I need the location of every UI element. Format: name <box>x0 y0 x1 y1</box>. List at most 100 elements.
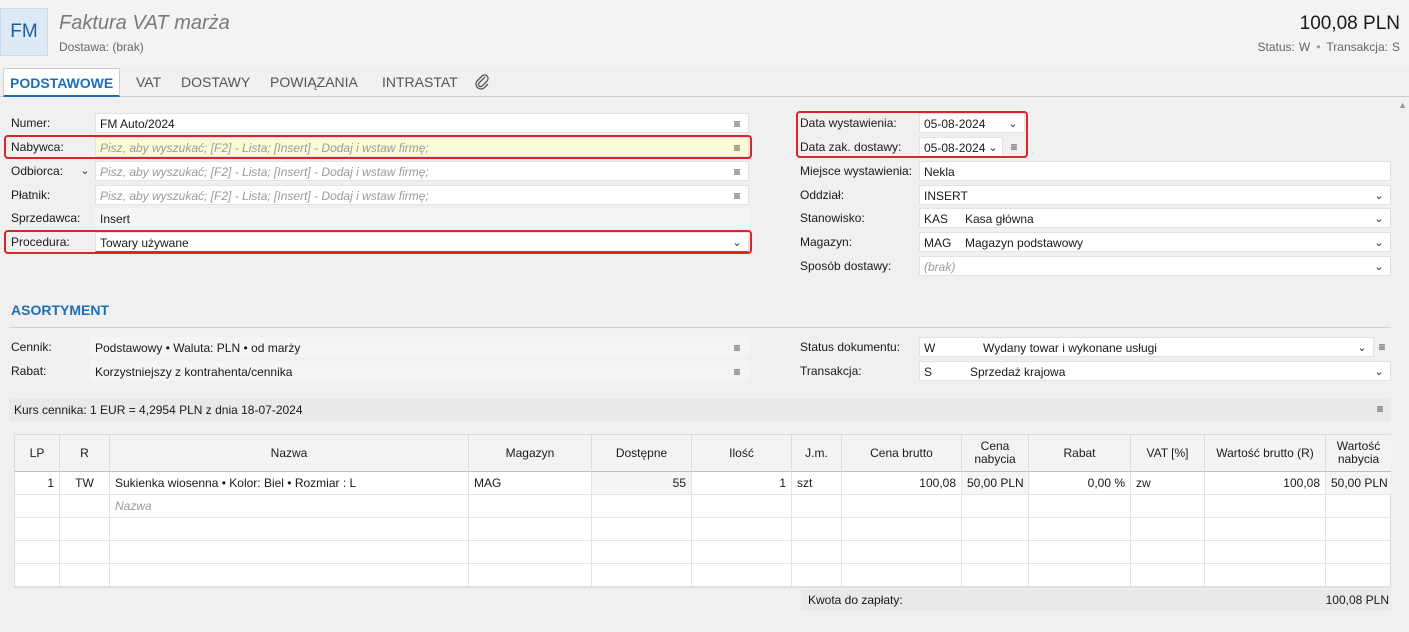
empty-cell[interactable] <box>692 564 792 587</box>
empty-cell[interactable] <box>1326 541 1391 564</box>
scroll-up-icon[interactable]: ▲ <box>1398 100 1407 110</box>
empty-cell[interactable] <box>842 518 962 541</box>
odbiorca-dropdown-icon[interactable]: ⌄ <box>78 161 92 181</box>
empty-cell[interactable] <box>1205 518 1326 541</box>
empty-cell[interactable] <box>1131 541 1205 564</box>
empty-cell[interactable] <box>1326 518 1391 541</box>
empty-cell[interactable] <box>1131 518 1205 541</box>
col-header-ilosc[interactable]: Ilość <box>692 435 792 472</box>
cell-rabat[interactable]: 0,00 % <box>1029 472 1131 495</box>
empty-cell[interactable] <box>1029 518 1131 541</box>
empty-cell[interactable] <box>15 541 60 564</box>
col-header-wartosc-brutto[interactable]: Wartość brutto (R) <box>1205 435 1326 472</box>
new-row-nazwa-placeholder[interactable]: Nazwa <box>110 495 469 518</box>
col-header-cena-nabycia[interactable]: Cena nabycia <box>962 435 1029 472</box>
cell-magazyn[interactable]: MAG <box>469 472 592 495</box>
numer-field[interactable]: FM Auto/2024 ≡ <box>95 113 749 133</box>
cell-r[interactable]: TW <box>60 472 110 495</box>
col-header-wartosc-nabycia[interactable]: Wartość nabycia <box>1326 435 1391 472</box>
col-header-jm[interactable]: J.m. <box>792 435 842 472</box>
empty-cell[interactable] <box>592 564 692 587</box>
empty-cell[interactable] <box>962 495 1029 518</box>
empty-cell[interactable] <box>469 564 592 587</box>
cell-cena-brutto[interactable]: 100,08 <box>842 472 962 495</box>
empty-cell[interactable] <box>60 564 110 587</box>
tab-powiazania[interactable]: POWIĄZANIA <box>270 68 358 97</box>
col-header-rabat[interactable]: Rabat <box>1029 435 1131 472</box>
empty-cell[interactable] <box>592 518 692 541</box>
empty-cell[interactable] <box>60 495 110 518</box>
cennik-menu-icon[interactable]: ≡ <box>730 338 744 356</box>
status-dokumentu-menu-icon[interactable]: ≡ <box>1375 337 1389 357</box>
empty-cell[interactable] <box>1205 495 1326 518</box>
col-header-dostepne[interactable]: Dostępne <box>592 435 692 472</box>
tab-dostawy[interactable]: DOSTAWY <box>181 68 250 97</box>
empty-cell[interactable] <box>692 541 792 564</box>
empty-cell[interactable] <box>15 564 60 587</box>
empty-cell[interactable] <box>60 518 110 541</box>
empty-cell[interactable] <box>962 518 1029 541</box>
empty-cell[interactable] <box>1131 564 1205 587</box>
status-dokumentu-select[interactable]: W Wydany towar i wykonane usługi ⌄ <box>919 337 1374 357</box>
empty-cell[interactable] <box>792 495 842 518</box>
empty-cell[interactable] <box>60 541 110 564</box>
oddzial-select[interactable]: INSERT ⌄ <box>919 185 1391 205</box>
empty-cell[interactable] <box>1131 495 1205 518</box>
rabat-menu-icon[interactable]: ≡ <box>730 362 744 380</box>
cell-ilosc[interactable]: 1 <box>692 472 792 495</box>
odbiorca-menu-icon[interactable]: ≡ <box>730 162 744 180</box>
empty-cell[interactable] <box>1205 541 1326 564</box>
empty-cell[interactable] <box>692 518 792 541</box>
empty-cell[interactable] <box>592 495 692 518</box>
empty-cell[interactable] <box>962 541 1029 564</box>
empty-cell[interactable] <box>15 518 60 541</box>
magazyn-chevron-icon[interactable]: ⌄ <box>1372 233 1386 251</box>
empty-cell[interactable] <box>842 495 962 518</box>
numer-menu-icon[interactable]: ≡ <box>730 114 744 132</box>
empty-cell[interactable] <box>1029 564 1131 587</box>
miejsce-input[interactable]: Nekla <box>919 161 1391 181</box>
empty-cell[interactable] <box>842 541 962 564</box>
table-row[interactable] <box>15 564 1391 587</box>
transakcja-chevron-icon[interactable]: ⌄ <box>1372 362 1386 380</box>
col-header-cena-brutto[interactable]: Cena brutto <box>842 435 962 472</box>
empty-cell[interactable] <box>1326 564 1391 587</box>
empty-cell[interactable] <box>1205 564 1326 587</box>
platnik-input[interactable]: Pisz, aby wyszukać; [F2] - Lista; [Inser… <box>95 185 749 205</box>
table-row[interactable] <box>15 541 1391 564</box>
cell-nazwa[interactable]: Sukienka wiosenna • Kolor: Biel • Rozmia… <box>110 472 469 495</box>
empty-cell[interactable] <box>1029 541 1131 564</box>
empty-cell[interactable] <box>842 564 962 587</box>
rabat-field[interactable]: Korzystniejszy z kontrahenta/cennika ≡ <box>90 361 749 381</box>
empty-cell[interactable] <box>469 518 592 541</box>
cell-vat[interactable]: zw <box>1131 472 1205 495</box>
col-header-lp[interactable]: LP <box>15 435 60 472</box>
magazyn-select[interactable]: MAG Magazyn podstawowy ⌄ <box>919 232 1391 252</box>
tab-vat[interactable]: VAT <box>136 68 161 97</box>
empty-cell[interactable] <box>792 541 842 564</box>
stanowisko-chevron-icon[interactable]: ⌄ <box>1372 209 1386 227</box>
empty-cell[interactable] <box>1326 495 1391 518</box>
empty-cell[interactable] <box>592 541 692 564</box>
cell-wartosc-brutto[interactable]: 100,08 <box>1205 472 1326 495</box>
status-dokumentu-chevron-icon[interactable]: ⌄ <box>1355 338 1369 356</box>
table-row[interactable]: Nazwa <box>15 495 1391 518</box>
transakcja-select[interactable]: S Sprzedaż krajowa ⌄ <box>919 361 1391 381</box>
cell-lp[interactable]: 1 <box>15 472 60 495</box>
stanowisko-select[interactable]: KAS Kasa główna ⌄ <box>919 208 1391 228</box>
tab-intrastat[interactable]: INTRASTAT <box>382 68 458 97</box>
empty-cell[interactable] <box>110 518 469 541</box>
paperclip-icon[interactable] <box>474 68 490 97</box>
tab-podstawowe[interactable]: PODSTAWOWE <box>3 68 121 97</box>
sposob-dostawy-select[interactable]: (brak) ⌄ <box>919 256 1391 276</box>
col-header-magazyn[interactable]: Magazyn <box>469 435 592 472</box>
col-header-vat[interactable]: VAT [%] <box>1131 435 1205 472</box>
col-header-r[interactable]: R <box>60 435 110 472</box>
oddzial-chevron-icon[interactable]: ⌄ <box>1372 186 1386 204</box>
empty-cell[interactable] <box>792 518 842 541</box>
sposob-dostawy-chevron-icon[interactable]: ⌄ <box>1372 257 1386 275</box>
empty-cell[interactable] <box>962 564 1029 587</box>
empty-cell[interactable] <box>792 564 842 587</box>
odbiorca-input[interactable]: Pisz, aby wyszukać; [F2] - Lista; [Inser… <box>95 161 749 181</box>
empty-cell[interactable] <box>110 564 469 587</box>
